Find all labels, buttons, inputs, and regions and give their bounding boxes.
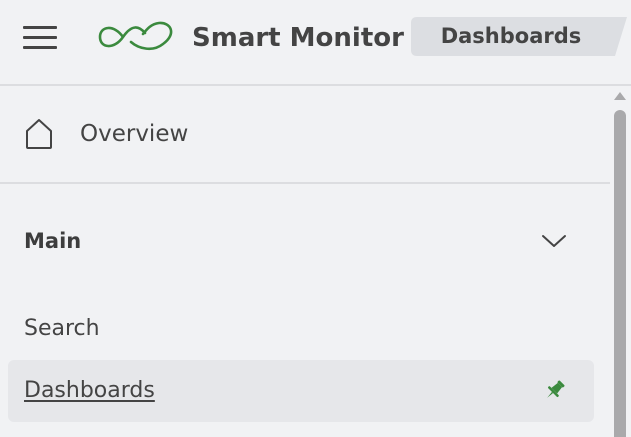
sidebar-item-label: Dashboards xyxy=(24,378,155,403)
breadcrumb-current: Dashboards xyxy=(440,24,582,48)
scroll-up-arrow-icon[interactable] xyxy=(614,92,626,100)
sidebar-item-dashboards[interactable]: Dashboards xyxy=(8,360,594,422)
sidebar-item-label: Search xyxy=(24,316,100,341)
breadcrumb[interactable]: Dashboards xyxy=(411,17,627,56)
sidebar-item-label: Overview xyxy=(80,121,189,147)
chevron-down-icon[interactable] xyxy=(541,233,567,249)
app-header: Smart Monitor Dashboards xyxy=(0,0,631,86)
smart-monitor-logo-icon[interactable] xyxy=(97,18,179,56)
scrollbar-thumb[interactable] xyxy=(614,110,626,437)
hamburger-menu-icon[interactable] xyxy=(23,26,57,50)
sidebar: Overview Main Search Dashboards xyxy=(0,86,610,437)
home-icon xyxy=(26,119,52,149)
sidebar-item-search[interactable]: Search xyxy=(8,298,594,360)
section-title: Main xyxy=(24,229,82,253)
sidebar-item-overview[interactable]: Overview xyxy=(0,86,610,184)
pin-icon[interactable] xyxy=(543,378,567,402)
app-title[interactable]: Smart Monitor xyxy=(192,22,404,54)
section-header-main[interactable]: Main xyxy=(0,216,610,266)
